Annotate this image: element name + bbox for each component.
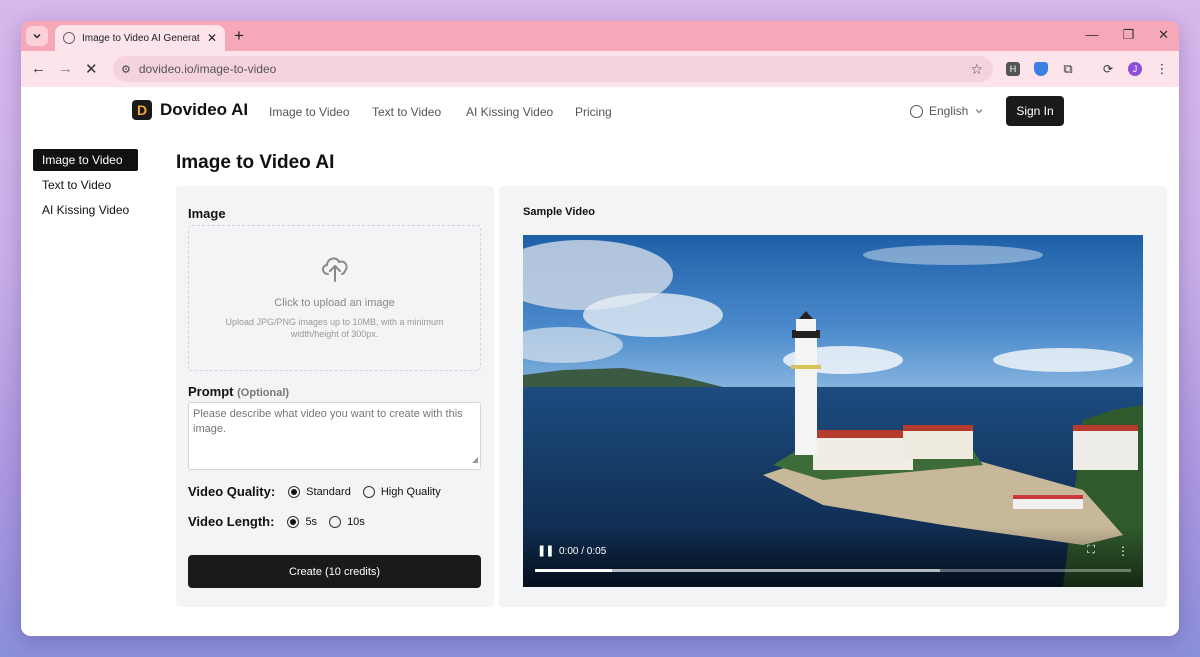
- tab-strip: Image to Video AI Generator: T ✕ + — ❐ ✕: [21, 21, 1179, 51]
- profile-avatar[interactable]: J: [1128, 62, 1142, 76]
- logo-text: Dovideo AI: [160, 100, 249, 119]
- site-info-icon[interactable]: ⚙: [121, 63, 131, 76]
- create-button[interactable]: Create (10 credits): [188, 555, 481, 588]
- url-text: dovideo.io/image-to-video: [138, 62, 277, 76]
- back-arrow-icon[interactable]: ←: [31, 60, 46, 77]
- sidebar-item-image-to-video[interactable]: Image to Video: [33, 149, 139, 171]
- tab-search-button[interactable]: [26, 26, 48, 46]
- site-header: D Dovideo AI Image to Video Text to Vide…: [21, 87, 1179, 137]
- video-quality-row: Video Quality: Standard High Quality: [188, 484, 453, 499]
- video-length-label: Video Length:: [188, 514, 275, 529]
- nav-ai-kissing-video[interactable]: AI Kissing Video: [466, 105, 553, 119]
- minimize-icon[interactable]: —: [1085, 27, 1098, 43]
- prompt-textarea[interactable]: Please describe what video you want to c…: [188, 402, 481, 470]
- address-bar[interactable]: ⚙ dovideo.io/image-to-video ☆: [113, 56, 993, 82]
- globe-icon: [910, 104, 923, 118]
- loading-favicon-icon: [63, 32, 75, 44]
- video-time: 0:00 / 0:05: [559, 546, 607, 557]
- sidebar: Image to Video Text to Video AI Kissing …: [33, 149, 139, 224]
- tab-close-icon[interactable]: ✕: [207, 31, 217, 45]
- quality-high-label[interactable]: High Quality: [381, 486, 441, 498]
- prompt-optional-tag: (Optional): [237, 387, 290, 399]
- quality-standard-label[interactable]: Standard: [306, 486, 351, 498]
- page-title: Image to Video AI: [176, 152, 335, 173]
- image-label: Image: [188, 206, 226, 221]
- browser-window: Image to Video AI Generator: T ✕ + — ❐ ✕…: [21, 21, 1179, 636]
- length-5s-label[interactable]: 5s: [305, 516, 317, 528]
- forward-arrow-icon[interactable]: →: [58, 60, 73, 77]
- kebab-menu-icon[interactable]: ⋮: [1155, 61, 1169, 76]
- browser-tab[interactable]: Image to Video AI Generator: T ✕: [55, 25, 225, 51]
- page-content: D Dovideo AI Image to Video Text to Vide…: [21, 87, 1179, 636]
- language-label: English: [929, 104, 969, 118]
- chevron-down-icon: [975, 109, 983, 114]
- sync-icon[interactable]: ⟳: [1101, 62, 1115, 76]
- stop-loading-icon[interactable]: ✕: [85, 60, 98, 78]
- cloud-upload-icon: [189, 250, 480, 289]
- quality-standard-radio[interactable]: [288, 485, 301, 498]
- prompt-label: Prompt (Optional): [188, 384, 289, 399]
- browser-toolbar: ← → ✕ ⚙ dovideo.io/image-to-video ☆ H ⧉ …: [21, 51, 1179, 87]
- length-5s-radio[interactable]: [287, 515, 300, 528]
- shield-extension-icon[interactable]: [1034, 62, 1048, 76]
- site-logo[interactable]: D Dovideo AI: [132, 100, 248, 120]
- generator-form: Image Click to upload an image Upload JP…: [176, 186, 494, 607]
- prompt-label-text: Prompt: [188, 384, 234, 399]
- sample-video-label: Sample Video: [523, 206, 595, 218]
- bookmark-star-icon[interactable]: ☆: [970, 61, 983, 78]
- new-tab-button[interactable]: +: [234, 26, 244, 46]
- video-more-icon[interactable]: ⋮: [1117, 544, 1129, 558]
- resize-handle-icon[interactable]: ◢: [472, 452, 478, 467]
- tab-title: Image to Video AI Generator: T: [82, 32, 200, 44]
- sign-in-button[interactable]: Sign In: [1006, 96, 1064, 126]
- restore-icon[interactable]: ❐: [1122, 27, 1134, 43]
- video-controls: ❚❚ 0:00 / 0:05 ⛶ ⋮: [523, 527, 1143, 587]
- upload-title: Click to upload an image: [274, 297, 395, 309]
- quality-high-radio[interactable]: [362, 485, 375, 498]
- video-length-row: Video Length: 5s 10s: [188, 514, 377, 529]
- language-selector[interactable]: English: [910, 104, 984, 118]
- sidebar-item-ai-kissing-video[interactable]: AI Kissing Video: [33, 199, 138, 221]
- window-controls: — ❐ ✕: [1085, 27, 1169, 43]
- puzzle-extensions-icon[interactable]: ⧉: [1061, 61, 1075, 76]
- sidebar-item-text-to-video[interactable]: Text to Video: [33, 174, 138, 196]
- video-played-bar: [535, 569, 613, 572]
- image-upload-dropzone[interactable]: Click to upload an image Upload JPG/PNG …: [188, 225, 481, 371]
- sample-video-player[interactable]: ❚❚ 0:00 / 0:05 ⛶ ⋮: [523, 235, 1143, 587]
- upload-hint: Upload JPG/PNG images up to 10MB, with a…: [225, 317, 444, 339]
- length-10s-radio[interactable]: [329, 515, 342, 528]
- nav-text-to-video[interactable]: Text to Video: [372, 105, 441, 119]
- nav-image-to-video[interactable]: Image to Video: [269, 105, 350, 119]
- fullscreen-icon[interactable]: ⛶: [1087, 544, 1095, 557]
- video-progress-bar[interactable]: [535, 569, 1131, 572]
- video-quality-label: Video Quality:: [188, 484, 276, 499]
- chevron-down-icon: [33, 33, 41, 39]
- prompt-placeholder: Please describe what video you want to c…: [193, 408, 463, 435]
- pause-icon[interactable]: ❚❚: [537, 544, 554, 557]
- logo-mark-icon: D: [132, 100, 152, 120]
- nav-pricing[interactable]: Pricing: [575, 105, 612, 119]
- close-window-icon[interactable]: ✕: [1158, 27, 1169, 43]
- length-10s-label[interactable]: 10s: [347, 516, 365, 528]
- extension-h-icon[interactable]: H: [1006, 62, 1020, 76]
- sample-video-panel: Sample Video ❚❚ 0:00 / 0:05 ⛶ ⋮: [499, 186, 1167, 607]
